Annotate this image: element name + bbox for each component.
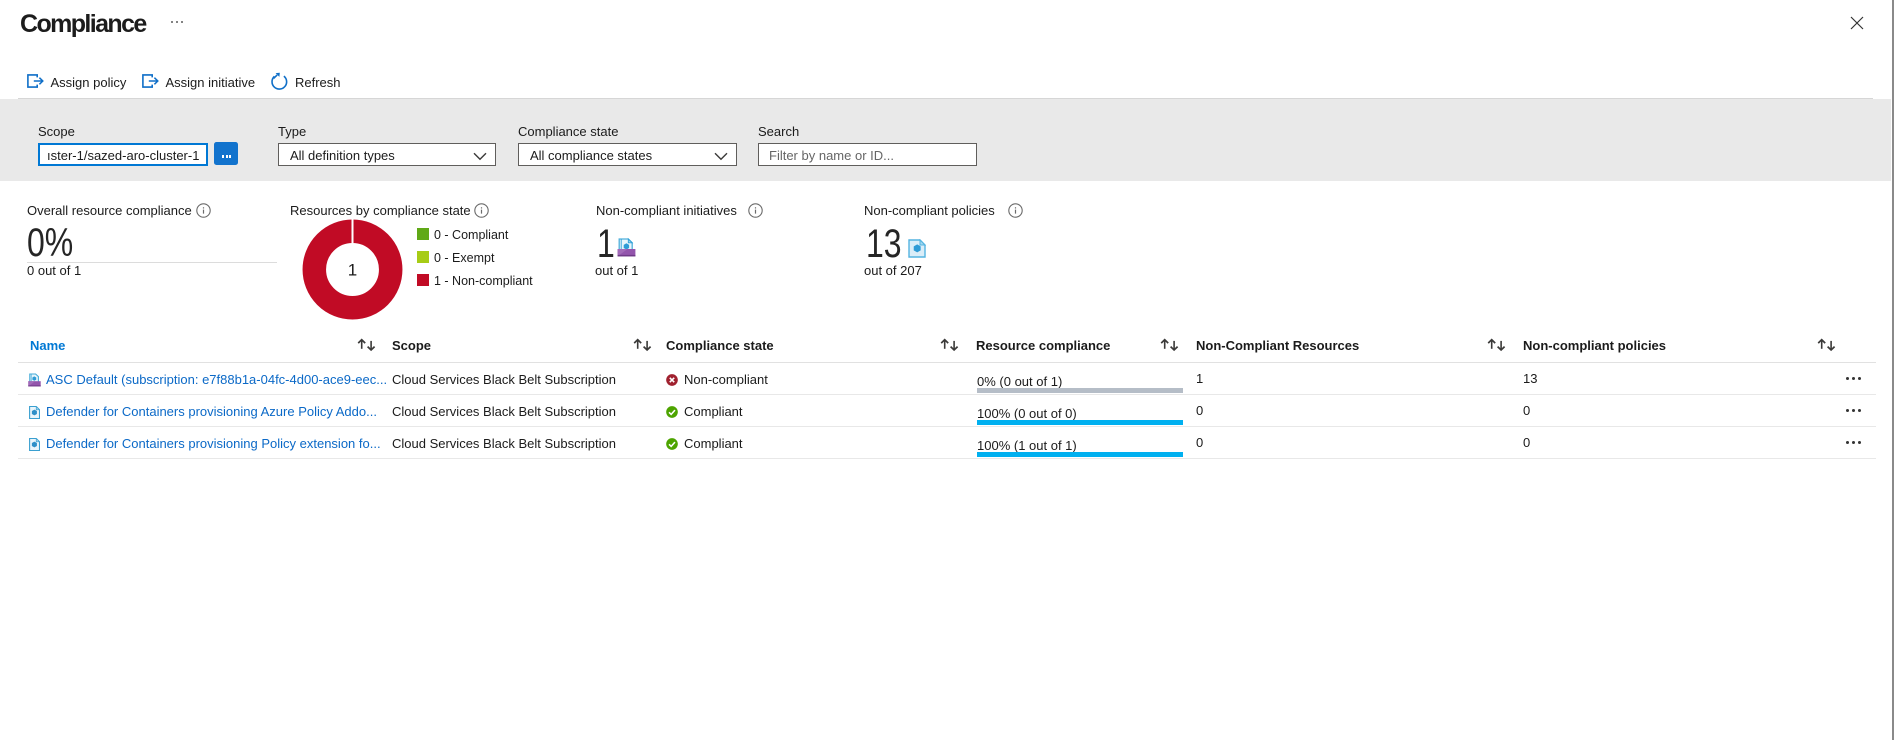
svg-text:1: 1: [348, 261, 357, 280]
